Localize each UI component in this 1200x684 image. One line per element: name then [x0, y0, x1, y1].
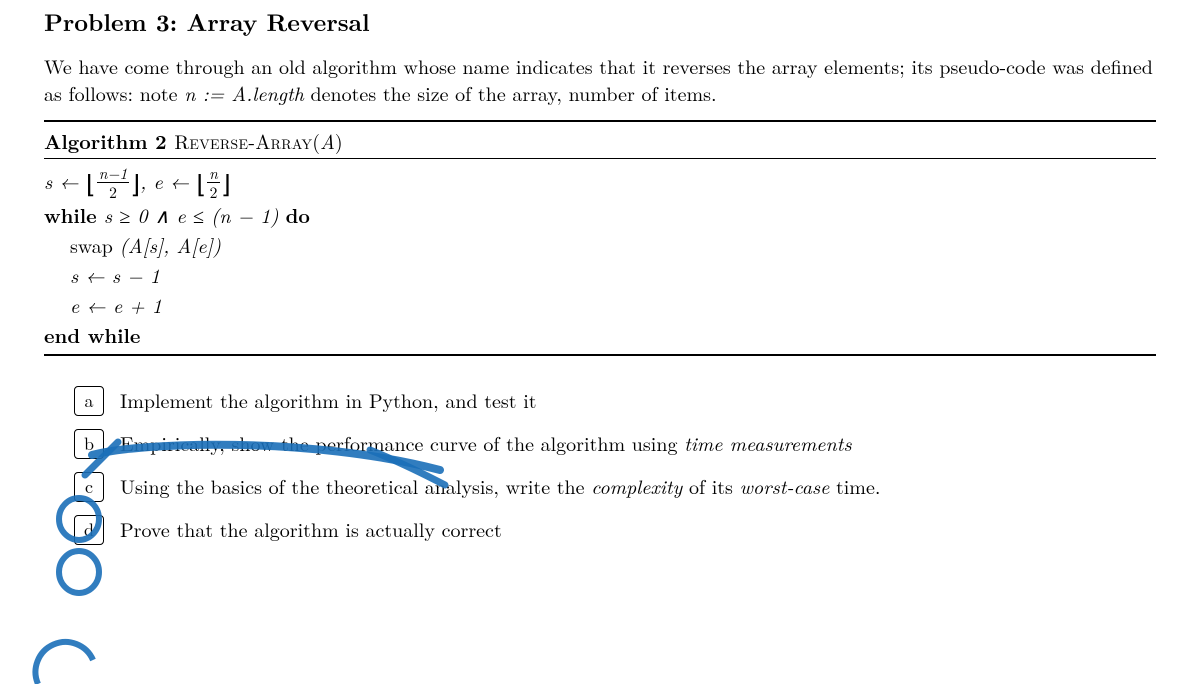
- algorithm-name: Reverse-Array: [174, 126, 312, 155]
- algorithm-body: s ← ⌊n−12⌋, e ← ⌊n2⌋ while s ≥ 0 ∧ e ≤ (…: [44, 159, 1156, 353]
- frac1-den: 2: [97, 182, 130, 200]
- init-s-label: s ←: [44, 166, 86, 195]
- part-b-marker: b: [74, 429, 104, 459]
- part-d-text: Prove that the algorithm is actually cor…: [120, 514, 502, 543]
- algo-line-while: while s ≥ 0 ∧ e ≤ (n − 1) do: [44, 200, 1156, 230]
- algo-line-swap: swap (A[s], A[e]): [44, 230, 1156, 260]
- frac2-den: 2: [207, 182, 220, 200]
- intro-paragraph: We have come through an old algorithm wh…: [44, 52, 1156, 106]
- part-c-em1: complexity: [591, 471, 682, 500]
- algorithm-title: Algorithm 2 Reverse-Array(A): [44, 122, 1156, 159]
- part-c-suffix: time.: [829, 471, 880, 500]
- part-a-text: Implement the algorithm in Python, and t…: [120, 385, 537, 414]
- part-a: a Implement the algorithm in Python, and…: [62, 386, 1156, 429]
- part-b: b Empirically, show the performance curv…: [62, 429, 1156, 472]
- part-c: c Using the basics of the theoretical an…: [62, 472, 1156, 515]
- part-b-em: time measurements: [684, 428, 851, 457]
- while-cond: s ≥ 0 ∧ e ≤ (n − 1): [97, 200, 286, 229]
- while-keyword: while: [44, 200, 97, 229]
- page-root: Problem 3: Array Reversal We have come t…: [0, 0, 1200, 578]
- part-a-marker: a: [74, 386, 104, 416]
- problem-title: Problem 3: Array Reversal: [44, 6, 1156, 38]
- part-b-text: Empirically, show the performance curve …: [120, 428, 684, 457]
- parts-list: a Implement the algorithm in Python, and…: [62, 386, 1156, 558]
- intro-text-2: denotes the size of the array, number of…: [304, 78, 717, 107]
- algo-line-update-e: e ← e + 1: [44, 290, 1156, 320]
- algo-line-update-s: s ← s − 1: [44, 260, 1156, 290]
- part-c-prefix: Using the basics of the theoretical anal…: [120, 471, 591, 500]
- part-c-em2: worst-case: [740, 471, 830, 500]
- algorithm-number: Algorithm 2: [44, 126, 167, 155]
- intro-var: n := A.length: [184, 78, 304, 107]
- init-e-label: , e ←: [140, 166, 196, 195]
- algo-line-init: s ← ⌊n−12⌋, e ← ⌊n2⌋: [44, 165, 1156, 199]
- part-d-marker: d: [74, 515, 104, 545]
- part-c-mid: of its: [682, 471, 739, 500]
- algorithm-block: Algorithm 2 Reverse-Array(A) s ← ⌊n−12⌋,…: [44, 120, 1156, 355]
- algo-line-end: end while: [44, 320, 1156, 350]
- do-keyword: do: [286, 200, 310, 229]
- part-d: d Prove that the algorithm is actually c…: [62, 515, 1156, 558]
- algorithm-arg: A: [320, 126, 335, 155]
- part-c-marker: c: [74, 472, 104, 502]
